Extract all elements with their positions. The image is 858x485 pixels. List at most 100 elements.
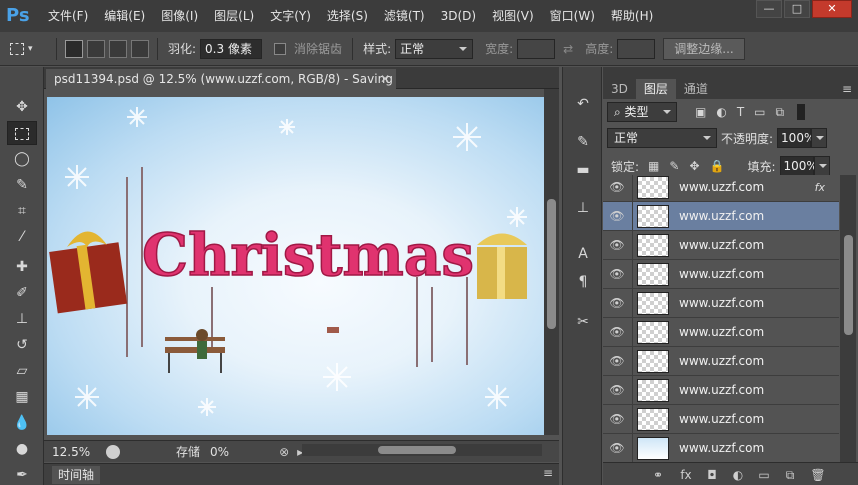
menu-type[interactable]: 文字(Y)	[262, 0, 319, 32]
layer-row[interactable]: 👁 www.uzzf.com	[603, 260, 839, 289]
scroll-thumb[interactable]	[844, 235, 853, 335]
filter-type-icon[interactable]: T	[737, 105, 744, 119]
layer-name[interactable]: www.uzzf.com	[679, 175, 764, 202]
menu-filter[interactable]: 滤镜(T)	[376, 0, 433, 32]
visibility-toggle[interactable]: 👁	[603, 231, 633, 260]
paragraph-panel-icon[interactable]: ¶	[571, 271, 595, 293]
layer-name[interactable]: www.uzzf.com	[679, 434, 764, 462]
layer-thumbnail[interactable]	[637, 379, 669, 402]
menu-image[interactable]: 图像(I)	[153, 0, 206, 32]
new-layer-icon[interactable]: ⧉	[781, 467, 799, 483]
menu-file[interactable]: 文件(F)	[40, 0, 96, 32]
eraser-tool-icon[interactable]: ▱	[7, 359, 37, 383]
clone-stamp-tool-icon[interactable]: ⊥	[7, 307, 37, 331]
menu-view[interactable]: 视图(V)	[484, 0, 542, 32]
filter-adjust-icon[interactable]: ◐	[716, 105, 726, 119]
antialias-checkbox[interactable]	[274, 42, 287, 55]
visibility-toggle[interactable]: 👁	[603, 202, 633, 231]
eye-icon[interactable]: 👁	[609, 180, 625, 194]
lock-transparent-icon[interactable]: ▦	[648, 159, 659, 173]
opacity-input[interactable]: 100%	[777, 128, 815, 148]
history-brush-tool-icon[interactable]: ↺	[7, 333, 37, 357]
layer-thumbnail[interactable]	[637, 205, 669, 228]
filter-shape-icon[interactable]: ▭	[754, 105, 765, 119]
layer-row[interactable]: 👁 www.uzzf.com	[603, 347, 839, 376]
add-style-icon[interactable]: fx	[677, 467, 695, 483]
lock-all-icon[interactable]: 🔒	[710, 159, 725, 173]
visibility-toggle[interactable]: 👁	[603, 376, 633, 405]
filter-toggle[interactable]	[797, 104, 806, 120]
status-info-icon[interactable]	[106, 444, 120, 459]
eye-icon[interactable]: 👁	[609, 383, 625, 397]
eye-icon[interactable]: 👁	[609, 238, 625, 252]
layer-name[interactable]: www.uzzf.com	[679, 231, 764, 260]
layer-thumbnail[interactable]	[637, 321, 669, 344]
crop-tool-icon[interactable]: ⌗	[7, 199, 37, 223]
eye-icon[interactable]: 👁	[609, 412, 625, 426]
add-mask-icon[interactable]: ◘	[703, 467, 721, 483]
close-button[interactable]: ✕	[812, 0, 852, 18]
eyedropper-tool-icon[interactable]: ⁄	[7, 225, 37, 249]
history-panel-icon[interactable]: ↶	[571, 93, 595, 115]
timeline-tab[interactable]: 时间轴	[52, 466, 101, 484]
new-group-icon[interactable]: ▭	[755, 467, 773, 483]
canvas-vertical-scrollbar[interactable]	[544, 89, 559, 435]
layer-name[interactable]: www.uzzf.com	[679, 260, 764, 289]
layer-thumbnail[interactable]	[637, 437, 669, 460]
layer-thumbnail[interactable]	[637, 292, 669, 315]
layer-name[interactable]: www.uzzf.com	[679, 202, 764, 231]
brush-presets-icon[interactable]: ✎	[571, 131, 595, 153]
cancel-save-icon[interactable]: ⊗	[279, 445, 289, 459]
link-layers-icon[interactable]: ⚭	[649, 467, 667, 483]
layer-thumbnail[interactable]	[637, 234, 669, 257]
eye-icon[interactable]: 👁	[609, 267, 625, 281]
delete-layer-icon[interactable]: 🗑	[809, 467, 827, 483]
tool-preset-picker[interactable]: ▾	[10, 37, 50, 61]
visibility-toggle[interactable]: 👁	[603, 175, 633, 202]
layer-row[interactable]: 👁 www.uzzf.com	[603, 289, 839, 318]
clone-source-icon[interactable]: ⊥	[571, 197, 595, 219]
visibility-toggle[interactable]: 👁	[603, 405, 633, 434]
fill-dropdown[interactable]	[813, 156, 830, 176]
opacity-dropdown[interactable]	[811, 128, 828, 148]
layer-thumbnail[interactable]	[637, 263, 669, 286]
visibility-toggle[interactable]: 👁	[603, 289, 633, 318]
layer-row[interactable]: 👁 www.uzzf.com	[603, 434, 839, 462]
layer-effects-icon[interactable]: fx	[815, 175, 825, 202]
layer-name[interactable]: www.uzzf.com	[679, 405, 764, 434]
new-selection-icon[interactable]	[65, 39, 83, 58]
tab-channels[interactable]: 通道	[676, 79, 716, 99]
intersect-selection-icon[interactable]	[131, 39, 149, 58]
layer-row[interactable]: 👁 www.uzzf.com	[603, 231, 839, 260]
visibility-toggle[interactable]: 👁	[603, 347, 633, 376]
layer-name[interactable]: www.uzzf.com	[679, 318, 764, 347]
layer-row[interactable]: 👁 www.uzzf.com	[603, 202, 839, 231]
new-adjustment-icon[interactable]: ◐	[729, 467, 747, 483]
eye-icon[interactable]: 👁	[609, 209, 625, 223]
lock-image-icon[interactable]: ✎	[669, 159, 679, 173]
character-panel-icon[interactable]: A	[571, 243, 595, 265]
lock-position-icon[interactable]: ✥	[689, 159, 699, 173]
eye-icon[interactable]: 👁	[609, 296, 625, 310]
eye-icon[interactable]: 👁	[609, 354, 625, 368]
feather-input[interactable]: 0.3 像素	[200, 38, 263, 59]
visibility-toggle[interactable]: 👁	[603, 260, 633, 289]
layer-thumbnail[interactable]	[637, 176, 669, 199]
layer-name[interactable]: www.uzzf.com	[679, 376, 764, 405]
visibility-toggle[interactable]: 👁	[603, 318, 633, 347]
layer-row[interactable]: 👁 www.uzzf.com	[603, 376, 839, 405]
layer-row[interactable]: 👁 www.uzzf.com fx	[603, 175, 839, 202]
restore-button[interactable]: □	[784, 0, 810, 18]
document-canvas[interactable]: Christmas	[47, 97, 544, 435]
menu-window[interactable]: 窗口(W)	[542, 0, 603, 32]
width-input[interactable]	[517, 38, 556, 59]
menu-help[interactable]: 帮助(H)	[603, 0, 661, 32]
fill-input[interactable]: 100%	[779, 156, 818, 176]
scroll-thumb[interactable]	[378, 446, 456, 454]
filter-kind-select[interactable]: ⌕ 类型	[607, 102, 677, 122]
move-tool-icon[interactable]: ✥	[7, 95, 37, 119]
blend-mode-select[interactable]: 正常	[607, 128, 717, 148]
layer-row[interactable]: 👁 www.uzzf.com	[603, 405, 839, 434]
filter-pixel-icon[interactable]: ▣	[695, 105, 706, 119]
filter-smart-icon[interactable]: ⧉	[776, 105, 785, 120]
